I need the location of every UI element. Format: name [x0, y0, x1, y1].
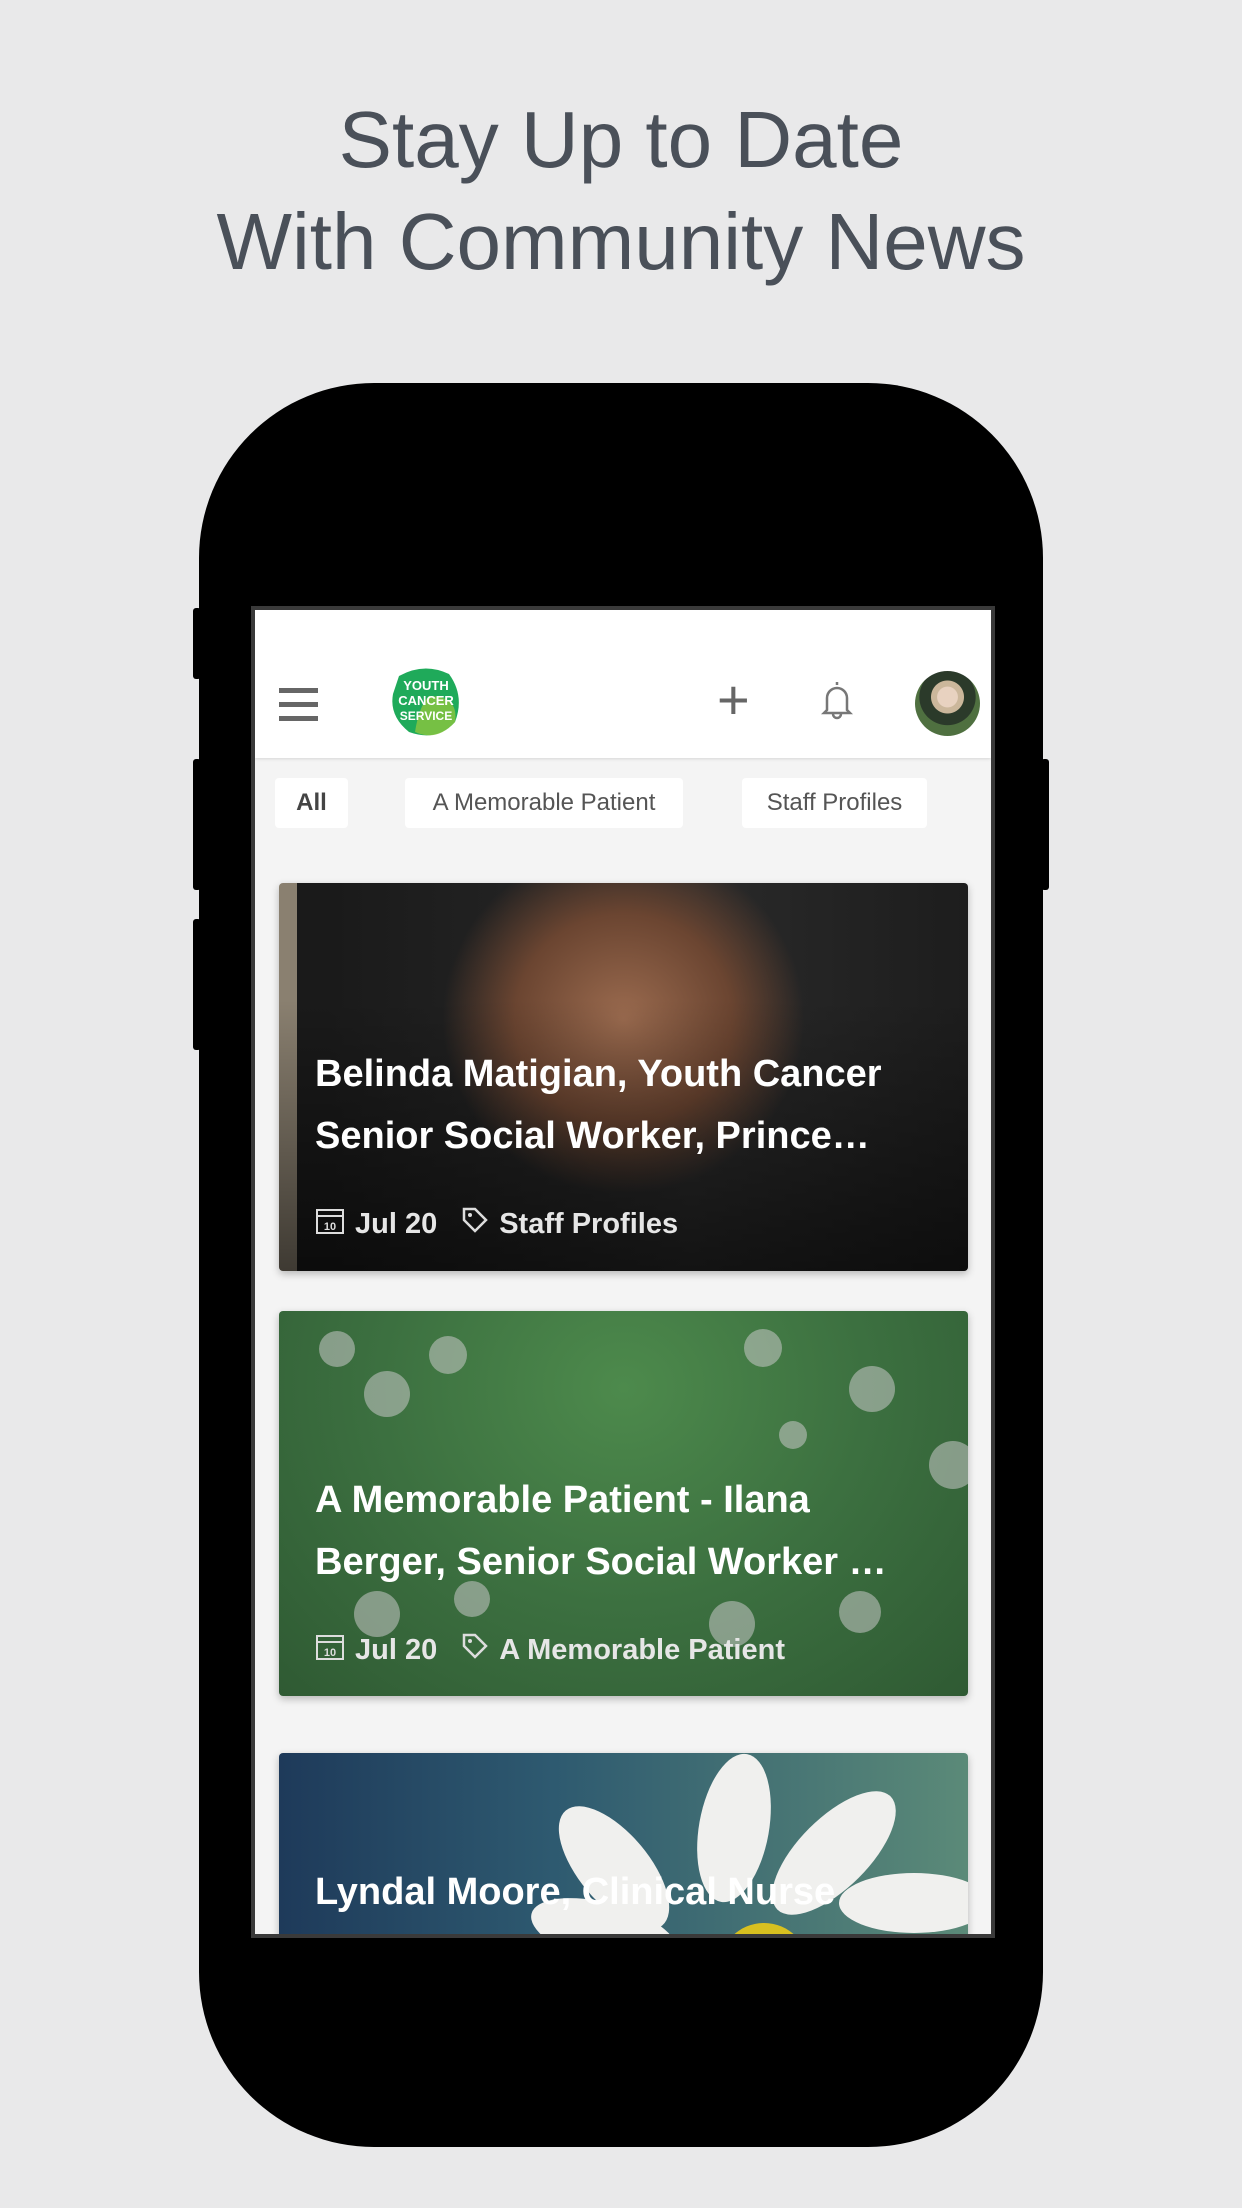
menu-icon[interactable] [279, 688, 318, 730]
calendar-icon: 10 [315, 1631, 345, 1669]
news-card-date: Jul 20 [355, 1633, 438, 1666]
tag-icon [461, 1632, 489, 1668]
youth-cancer-service-logo: YOUTH CANCER SERVICE [389, 666, 463, 738]
news-card-title: Belinda Matigian, Youth Cancer Senior So… [315, 1053, 882, 1157]
news-card-meta: 10 Jul 20 A Memorable Patient [315, 1631, 785, 1669]
news-card-title: A Memorable Patient - Ilana Berger, Seni… [315, 1479, 887, 1583]
app-screen: YOUTH CANCER SERVICE + All A Memorable P… [251, 606, 995, 1938]
svg-text:10: 10 [324, 1647, 336, 1659]
headline-line-2: With Community News [216, 197, 1026, 286]
headline-line-1: Stay Up to Date [338, 95, 904, 184]
category-filter-bar: All A Memorable Patient Staff Profiles [255, 758, 991, 871]
news-card-meta: 10 Jul 20 Staff Profiles [315, 1205, 678, 1243]
filter-chip-memorable-patient[interactable]: A Memorable Patient [405, 778, 683, 828]
svg-text:SERVICE: SERVICE [400, 709, 452, 723]
news-card-category[interactable]: A Memorable Patient [499, 1634, 785, 1667]
svg-text:YOUTH: YOUTH [403, 678, 449, 693]
avatar[interactable] [915, 671, 980, 736]
news-card-title: Lyndal Moore, Clinical Nurse [315, 1871, 836, 1913]
svg-text:10: 10 [324, 1221, 336, 1233]
plus-icon[interactable]: + [717, 672, 750, 728]
calendar-icon: 10 [315, 1205, 345, 1243]
filter-chip-staff-profiles[interactable]: Staff Profiles [742, 778, 927, 828]
news-card[interactable]: Belinda Matigian, Youth Cancer Senior So… [279, 883, 968, 1271]
news-card[interactable]: Lyndal Moore, Clinical Nurse [279, 1753, 968, 1934]
news-card-date: Jul 20 [355, 1207, 438, 1240]
app-header: YOUTH CANCER SERVICE + [255, 610, 991, 758]
filter-chip-all[interactable]: All [275, 778, 348, 828]
svg-text:CANCER: CANCER [398, 693, 454, 708]
news-card[interactable]: A Memorable Patient - Ilana Berger, Seni… [279, 1311, 968, 1696]
bell-icon[interactable] [820, 680, 854, 725]
news-card-category[interactable]: Staff Profiles [499, 1208, 678, 1241]
tag-icon [461, 1206, 489, 1242]
